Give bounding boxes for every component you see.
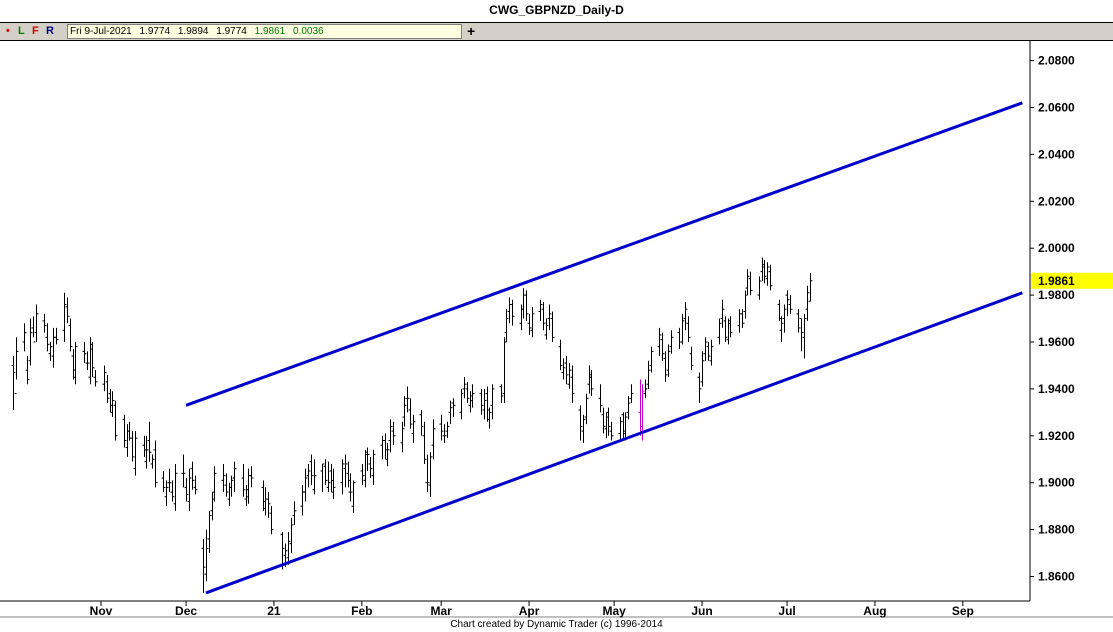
window-title-bar: CWG_GBPNZD_Daily-D bbox=[0, 0, 1113, 23]
y-tick-label: 1.9600 bbox=[1038, 335, 1075, 349]
flag-r[interactable]: R bbox=[46, 25, 54, 37]
x-tick-label: May bbox=[602, 604, 626, 618]
y-tick-label: 2.0000 bbox=[1038, 241, 1075, 255]
y-tick-label: 1.9000 bbox=[1038, 476, 1075, 490]
y-tick-label: 2.0800 bbox=[1038, 54, 1075, 68]
add-button[interactable]: + bbox=[467, 23, 475, 39]
y-tick-label: 1.9400 bbox=[1038, 382, 1075, 396]
y-tick-label: 1.8600 bbox=[1038, 570, 1075, 584]
flag-l[interactable]: L bbox=[18, 25, 25, 37]
plot-area bbox=[0, 40, 1030, 601]
footer-credit: Chart created by Dynamic Trader (c) 1996… bbox=[450, 619, 663, 630]
quote-high: 1.9894 bbox=[177, 26, 209, 37]
y-tick-label: 2.0600 bbox=[1038, 101, 1075, 115]
x-tick-label: Feb bbox=[351, 604, 372, 618]
quote-change: 0.0036 bbox=[292, 26, 324, 37]
y-tick-label: 2.0400 bbox=[1038, 147, 1075, 161]
flag-f[interactable]: F bbox=[32, 25, 39, 37]
y-tick-label: 1.9200 bbox=[1038, 429, 1075, 443]
quote-close: 1.9861 bbox=[254, 26, 286, 37]
y-tick-label: 2.0200 bbox=[1038, 194, 1075, 208]
x-tick-label: Jun bbox=[691, 604, 712, 618]
y-tick-label: 1.8800 bbox=[1038, 523, 1075, 537]
y-axis: 2.0800 2.0600 2.0400 2.0200 2.0000 1.9800 1.96… bbox=[1030, 54, 1075, 584]
red-dot-flag[interactable]: • bbox=[6, 25, 10, 37]
quote-open: 1.9774 bbox=[139, 26, 171, 37]
y-tick-label: 1.9800 bbox=[1038, 288, 1075, 302]
chart-title: CWG_GBPNZD_Daily-D bbox=[489, 3, 624, 17]
x-tick-label: 21 bbox=[267, 604, 281, 618]
quote-box: Fri 9-Jul-2021 1.9774 1.9894 1.9774 1.98… bbox=[67, 24, 462, 39]
x-tick-label: Aug bbox=[863, 604, 886, 618]
quote-low: 1.9774 bbox=[216, 26, 247, 37]
x-tick-label: Mar bbox=[431, 604, 453, 618]
x-tick-label: Nov bbox=[90, 604, 113, 618]
last-price-marker: 1.9861 bbox=[1031, 272, 1113, 289]
x-tick-label: Jul bbox=[778, 604, 795, 618]
last-price-label: 1.9861 bbox=[1038, 274, 1075, 288]
x-tick-label: Dec bbox=[175, 604, 197, 618]
x-tick-label: Apr bbox=[519, 604, 540, 618]
info-bar: • L F R Fri 9-Jul-2021 1.9774 1.9894 1.9… bbox=[0, 23, 1113, 41]
quote-date: Fri 9-Jul-2021 bbox=[70, 26, 132, 37]
price-chart: 2.0800 2.0600 2.0400 2.0200 2.0000 1.9800 1.96… bbox=[0, 40, 1113, 618]
x-tick-label: Sep bbox=[952, 604, 974, 618]
x-axis: Nov Dec 21 Feb Mar Apr May Jun Jul Aug Sep bbox=[90, 601, 974, 618]
